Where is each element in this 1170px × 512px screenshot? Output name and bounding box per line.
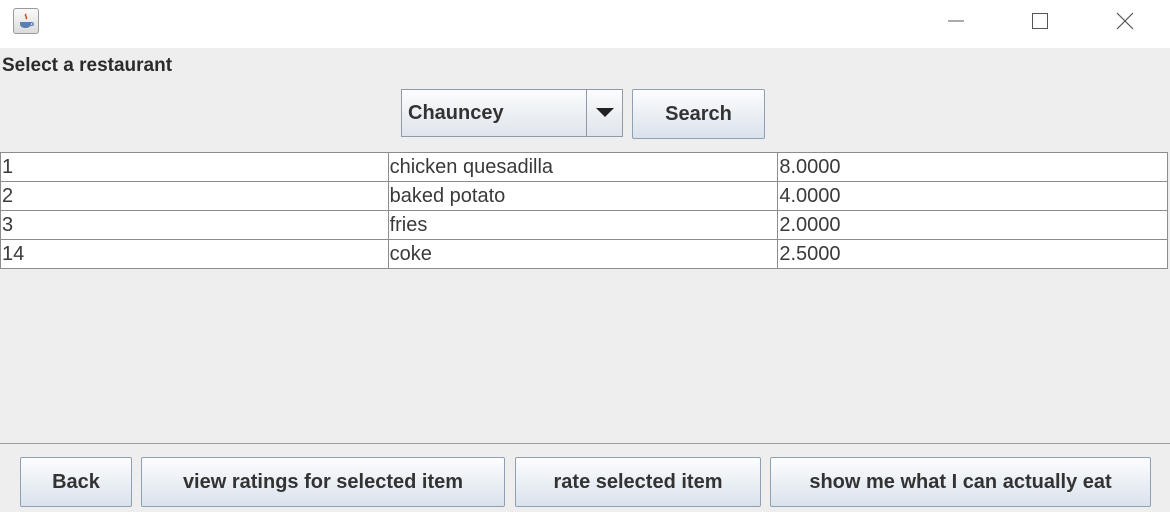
menu-table-area: 1 chicken quesadilla 8.0000 2 baked potato 4.… — [0, 152, 1170, 444]
cell-id[interactable]: 2 — [0, 181, 389, 211]
search-button[interactable]: Search — [632, 89, 765, 139]
table-row[interactable]: 14 coke 2.5000 — [0, 239, 1168, 269]
cell-id[interactable]: 14 — [0, 239, 389, 269]
table-row[interactable]: 2 baked potato 4.0000 — [0, 181, 1168, 211]
cell-name[interactable]: coke — [387, 239, 779, 269]
close-button[interactable] — [1095, 0, 1155, 42]
rate-item-button[interactable]: rate selected item — [515, 457, 761, 507]
view-ratings-button[interactable]: view ratings for selected item — [141, 457, 505, 507]
cell-price[interactable]: 2.0000 — [777, 210, 1168, 240]
java-icon[interactable] — [13, 8, 39, 34]
dropdown-arrow-button[interactable] — [588, 90, 622, 136]
cell-price[interactable]: 2.5000 — [777, 239, 1168, 269]
cell-name[interactable]: chicken quesadilla — [387, 152, 779, 182]
chevron-down-icon — [596, 108, 614, 117]
maximize-button[interactable] — [1010, 0, 1070, 42]
minimize-button[interactable] — [926, 0, 986, 42]
cell-id[interactable]: 1 — [0, 152, 389, 182]
restaurant-dropdown-value: Chauncey — [402, 90, 587, 136]
cell-name[interactable]: baked potato — [387, 181, 779, 211]
table-row[interactable]: 3 fries 2.0000 — [0, 210, 1168, 240]
minimize-icon — [948, 20, 964, 22]
restaurant-dropdown[interactable]: Chauncey — [401, 89, 623, 137]
cell-price[interactable]: 4.0000 — [777, 181, 1168, 211]
title-bar — [0, 0, 1170, 48]
table-row[interactable]: 1 chicken quesadilla 8.0000 — [0, 152, 1168, 182]
cell-price[interactable]: 8.0000 — [777, 152, 1168, 182]
select-restaurant-label: Select a restaurant — [2, 55, 173, 76]
show-edible-button[interactable]: show me what I can actually eat — [770, 457, 1151, 507]
menu-table: 1 chicken quesadilla 8.0000 2 baked potato 4.… — [0, 152, 1168, 269]
cell-name[interactable]: fries — [387, 210, 779, 240]
close-icon — [1116, 12, 1134, 30]
cell-id[interactable]: 3 — [0, 210, 389, 240]
back-button[interactable]: Back — [20, 457, 132, 507]
maximize-icon — [1032, 13, 1048, 29]
